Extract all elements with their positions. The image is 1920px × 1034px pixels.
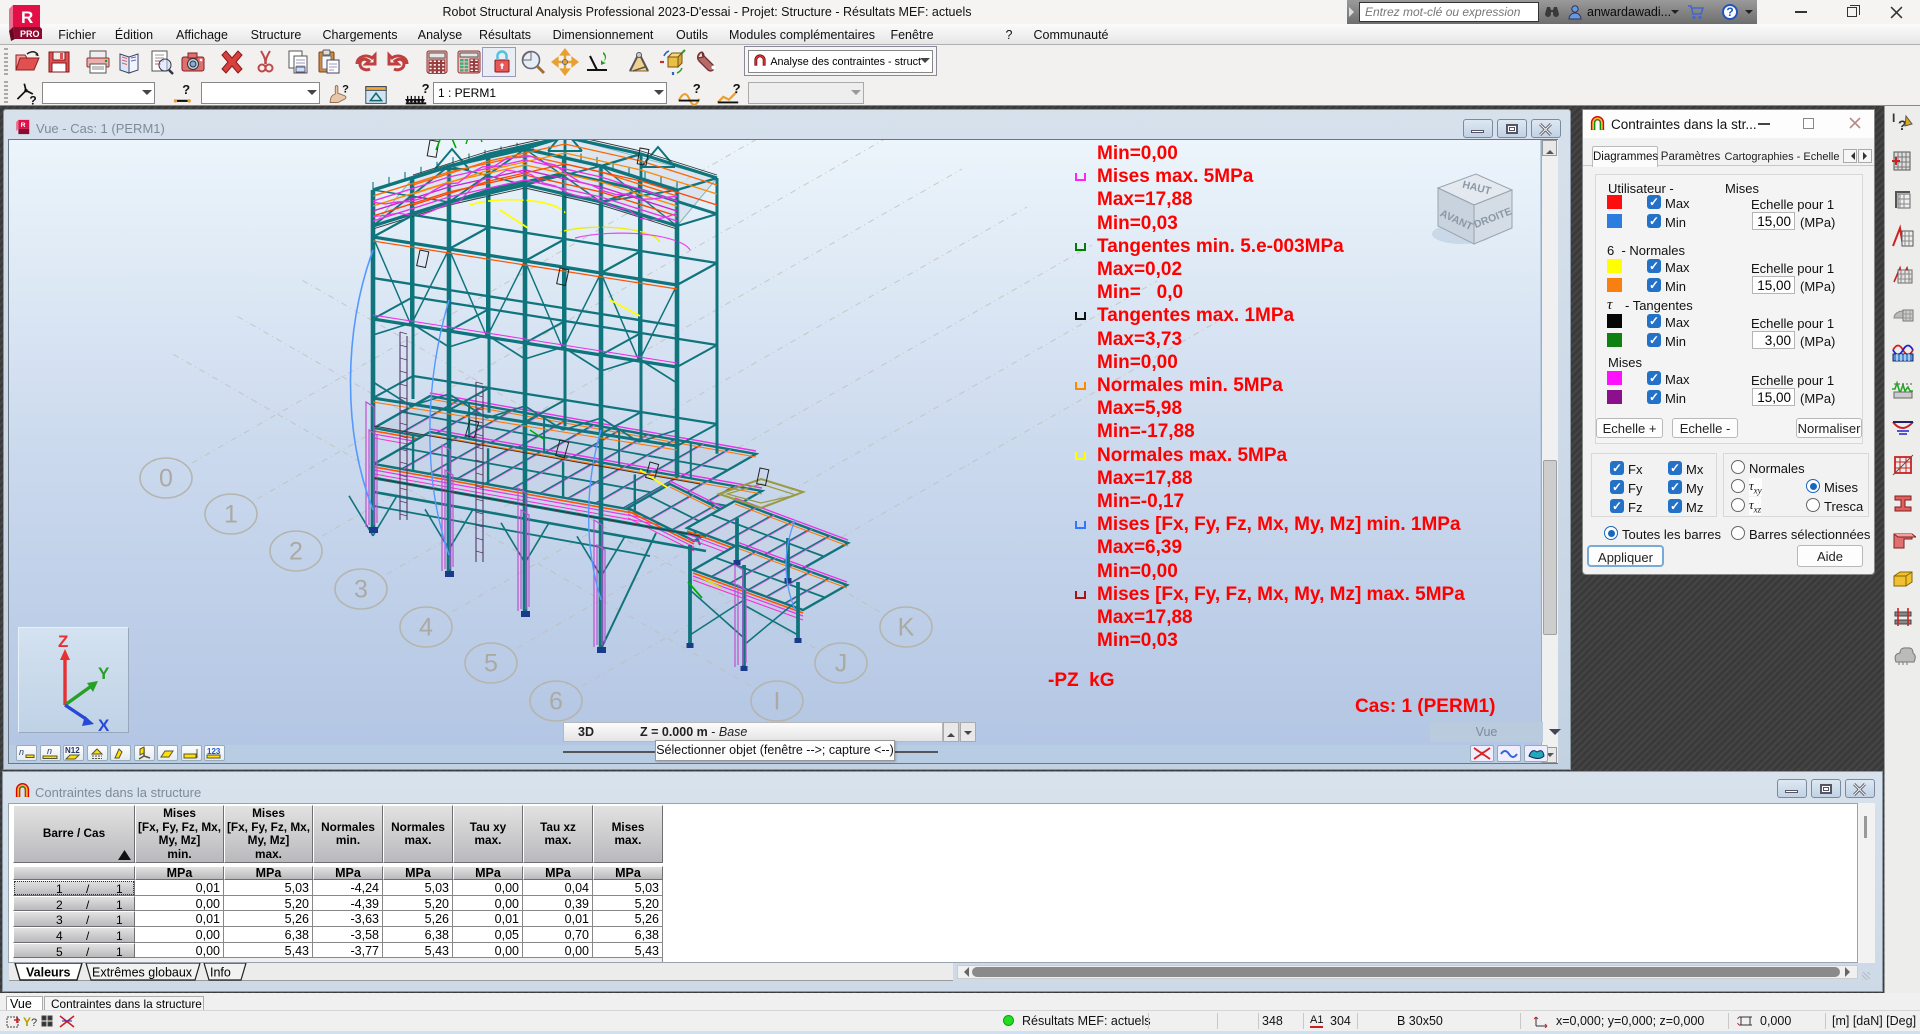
- svg-text:K: K: [898, 614, 915, 642]
- svg-text:Info: Info: [210, 966, 231, 980]
- svg-text:6: 6: [549, 688, 563, 716]
- svg-text:I: I: [774, 688, 781, 716]
- svg-text:Valeurs: Valeurs: [26, 966, 71, 980]
- svg-text:?: ?: [693, 82, 701, 96]
- svg-text:X: X: [98, 716, 110, 733]
- svg-text:Y: Y: [98, 664, 110, 683]
- svg-text:J: J: [835, 650, 848, 678]
- svg-text:Z: Z: [58, 632, 68, 651]
- svg-text:R: R: [21, 122, 26, 129]
- svg-text:n: n: [19, 747, 24, 757]
- svg-text:?: ?: [422, 82, 429, 96]
- svg-text:Extrêmes globaux: Extrêmes globaux: [92, 966, 193, 980]
- svg-text:2: 2: [289, 538, 303, 566]
- svg-text:4: 4: [419, 614, 433, 642]
- svg-text:0: 0: [159, 465, 173, 493]
- svg-text:R: R: [21, 8, 33, 27]
- svg-text:N12: N12: [65, 746, 80, 755]
- svg-text:Y: Y: [23, 1015, 31, 1029]
- svg-text:?: ?: [342, 83, 349, 95]
- svg-text:1: 1: [224, 501, 238, 529]
- svg-text:PRO: PRO: [20, 29, 40, 39]
- svg-text:?: ?: [733, 82, 741, 96]
- svg-text:n: n: [47, 746, 52, 756]
- svg-text:?: ?: [29, 93, 36, 106]
- svg-text:?: ?: [31, 1017, 37, 1029]
- svg-text:3: 3: [354, 576, 368, 604]
- svg-text:?: ?: [182, 82, 190, 97]
- svg-text:I: I: [1892, 111, 1895, 125]
- svg-text:5: 5: [484, 650, 498, 678]
